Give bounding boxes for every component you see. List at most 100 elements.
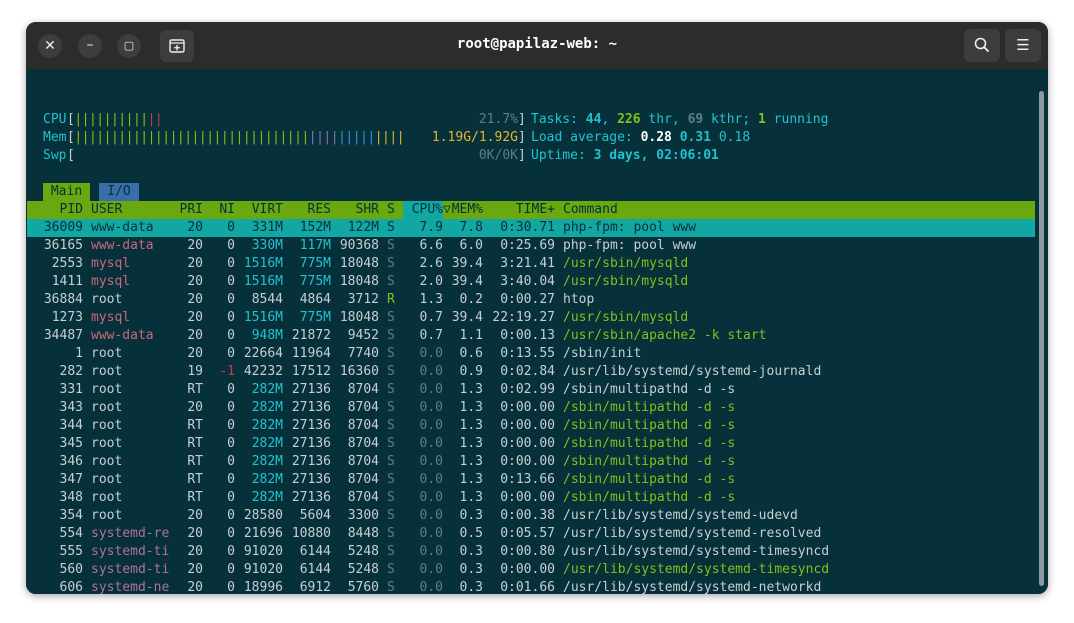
command: /sbin/multipathd -d -s [563, 400, 736, 415]
column-header-command[interactable]: Command [563, 201, 618, 219]
virt: 18996 [243, 580, 283, 594]
mem-percent: 39.4 [451, 256, 483, 271]
virt: 948M [251, 328, 283, 343]
priority: RT [187, 382, 203, 397]
res: 27136 [291, 454, 331, 469]
virt: 1516M [243, 310, 283, 325]
cpu-percent: 0.0 [419, 418, 443, 433]
cpu-percent: 0.0 [419, 364, 443, 379]
process-row[interactable]: 348 root RT 0 282M 27136 8704 S 0.0 1.3 0:00.00/sb… [26, 489, 1036, 507]
state: S [387, 220, 395, 235]
column-header-cpu-pct[interactable]: CPU% [402, 201, 443, 219]
command: /usr/lib/systemd/systemd-udevd [563, 508, 798, 523]
virt: 282M [251, 490, 283, 505]
column-header-pri[interactable]: PRI [180, 201, 203, 219]
state: R [387, 292, 395, 307]
load-average: Load average: 0.28 0.31 0.18 [531, 130, 751, 145]
process-row[interactable]: 331 root RT 0 282M 27136 8704 S 0.0 1.3 0:02.99/sb… [26, 381, 1036, 399]
mem-percent: 6.0 [459, 238, 483, 253]
cpu-percent: 0.0 [419, 580, 443, 594]
cpu-percent: 0.0 [419, 382, 443, 397]
column-header-mem-pct[interactable]: MEM% [452, 201, 483, 219]
res: 775M [299, 274, 331, 289]
column-header-shr[interactable]: SHR [356, 201, 379, 219]
pid: 282 [59, 364, 83, 379]
virt: 42232 [243, 364, 283, 379]
process-row[interactable]: 347 root RT 0 282M 27136 8704 S 0.0 1.3 0:13.66/sb… [26, 471, 1036, 489]
process-row[interactable]: 1273 mysql 20 0 1516M 775M 18048 S 0.7 39.4 22:19.… [26, 309, 1036, 327]
shr: 90368 [339, 238, 379, 253]
process-row[interactable]: 1411 mysql 20 0 1516M 775M 18048 S 2.0 39.4 3:40.0… [26, 273, 1036, 291]
hamburger-menu-icon[interactable]: ☰ [1005, 29, 1041, 62]
priority: 20 [187, 400, 203, 415]
command: /sbin/multipathd -d -s [563, 472, 736, 487]
column-header-time-plus[interactable]: TIME+ [516, 201, 555, 219]
nice: 0 [227, 238, 235, 253]
process-row[interactable]: 354 root 20 0 28580 5604 3300 S 0.0 0.3 0:00.38/us… [26, 507, 1036, 525]
state: S [387, 238, 395, 253]
column-header-virt[interactable]: VIRT [252, 201, 283, 219]
cpu-percent: 0.0 [419, 508, 443, 523]
process-row[interactable]: 36165 www-data 20 0 330M 117M 90368 S 6.6 6.0 0:25… [26, 237, 1036, 255]
time: 0:00.00 [500, 418, 555, 433]
process-row[interactable]: 36009 www-data 20 0 331M 152M 122M S 7.9 7.8 0:30.… [26, 219, 1036, 237]
virt: 282M [251, 454, 283, 469]
process-row[interactable]: 346 root RT 0 282M 27136 8704 S 0.0 1.3 0:00.00/sb… [26, 453, 1036, 471]
process-row[interactable]: 1 root 20 0 22664 11964 7740 S 0.0 0.6 0:13.55/sbi… [26, 345, 1036, 363]
virt: 1516M [243, 256, 283, 271]
tab-main[interactable]: Main [43, 183, 90, 201]
process-row[interactable]: 2553 mysql 20 0 1516M 775M 18048 S 2.6 39.4 3:21.4… [26, 255, 1036, 273]
shr: 16360 [339, 364, 379, 379]
column-header-ni[interactable]: NI [219, 201, 235, 219]
user: root [91, 418, 123, 433]
shr: 8704 [347, 400, 379, 415]
shr: 8704 [347, 472, 379, 487]
tab-io[interactable]: I/O [99, 183, 139, 201]
time: 0:00.00 [500, 454, 555, 469]
nice: 0 [227, 508, 235, 523]
process-row[interactable]: 34487 www-data 20 0 948M 21872 9452 S 0.7 1.1 0:00… [26, 327, 1036, 345]
res: 27136 [291, 382, 331, 397]
mem-percent: 1.1 [459, 328, 483, 343]
process-row[interactable]: 345 root RT 0 282M 27136 8704 S 0.0 1.3 0:00.00/sb… [26, 435, 1036, 453]
priority: 20 [187, 328, 203, 343]
load-1: 0.28 [640, 130, 672, 145]
column-header-s[interactable]: S [387, 201, 395, 219]
kthreads-count: 69 [687, 112, 704, 127]
scrollbar[interactable] [1039, 91, 1044, 586]
process-row[interactable]: 343 root 20 0 282M 27136 8704 S 0.0 1.3 0:00.00/sb… [26, 399, 1036, 417]
cpu-percent: 0.7 [419, 328, 443, 343]
user: www-data [91, 220, 154, 235]
process-row[interactable]: 555 systemd-ti 20 0 91020 6144 5248 S 0.0 0.3 0:00… [26, 543, 1036, 561]
mem-percent: 0.3 [459, 544, 483, 559]
mem-meter-bar: [|||||||||||||||||||||||||||||||||||||||… [67, 130, 405, 145]
process-row[interactable]: 554 systemd-re 20 0 21696 10880 8448 S 0.0 0.5 0:0… [26, 525, 1036, 543]
nice: 0 [227, 292, 235, 307]
nice: 0 [227, 382, 235, 397]
shr: 3300 [347, 508, 379, 523]
column-header-user[interactable]: USER [91, 201, 122, 219]
process-row[interactable]: 282 root 19 -1 42232 17512 16360 S 0.0 0.9 0:02.84… [26, 363, 1036, 381]
search-button[interactable] [964, 29, 1000, 62]
user: root [91, 292, 123, 307]
pid: 36009 [43, 220, 83, 235]
res: 27136 [291, 418, 331, 433]
terminal-content[interactable]: CPU [|||||||||||| 21.7% ] Mem [|||||||||… [26, 69, 1048, 594]
pid: 347 [59, 472, 83, 487]
command: /usr/lib/systemd/systemd-timesyncd [563, 562, 830, 577]
mem-percent: 0.3 [459, 562, 483, 577]
pid: 1411 [51, 274, 83, 289]
mem-percent: 0.2 [459, 292, 483, 307]
process-row[interactable]: 344 root RT 0 282M 27136 8704 S 0.0 1.3 0:00.00/sb… [26, 417, 1036, 435]
state: S [387, 400, 395, 415]
mem-percent: 0.6 [459, 346, 483, 361]
column-header-pid[interactable]: PID [60, 201, 83, 219]
cpu-percent: 2.6 [419, 256, 443, 271]
column-header-res[interactable]: RES [308, 201, 331, 219]
mem-percent: 0.9 [459, 364, 483, 379]
virt: 282M [251, 418, 283, 433]
process-row[interactable]: 606 systemd-ne 20 0 18996 6912 5760 S 0.0 0.3 0:01… [26, 579, 1036, 594]
shr: 9452 [347, 328, 379, 343]
process-row[interactable]: 36884 root 20 0 8544 4864 3712 R 1.3 0.2 0:00.27 ht… [26, 291, 1036, 309]
process-row[interactable]: 560 systemd-ti 20 0 91020 6144 5248 S 0.0 0.3 0:00… [26, 561, 1036, 579]
